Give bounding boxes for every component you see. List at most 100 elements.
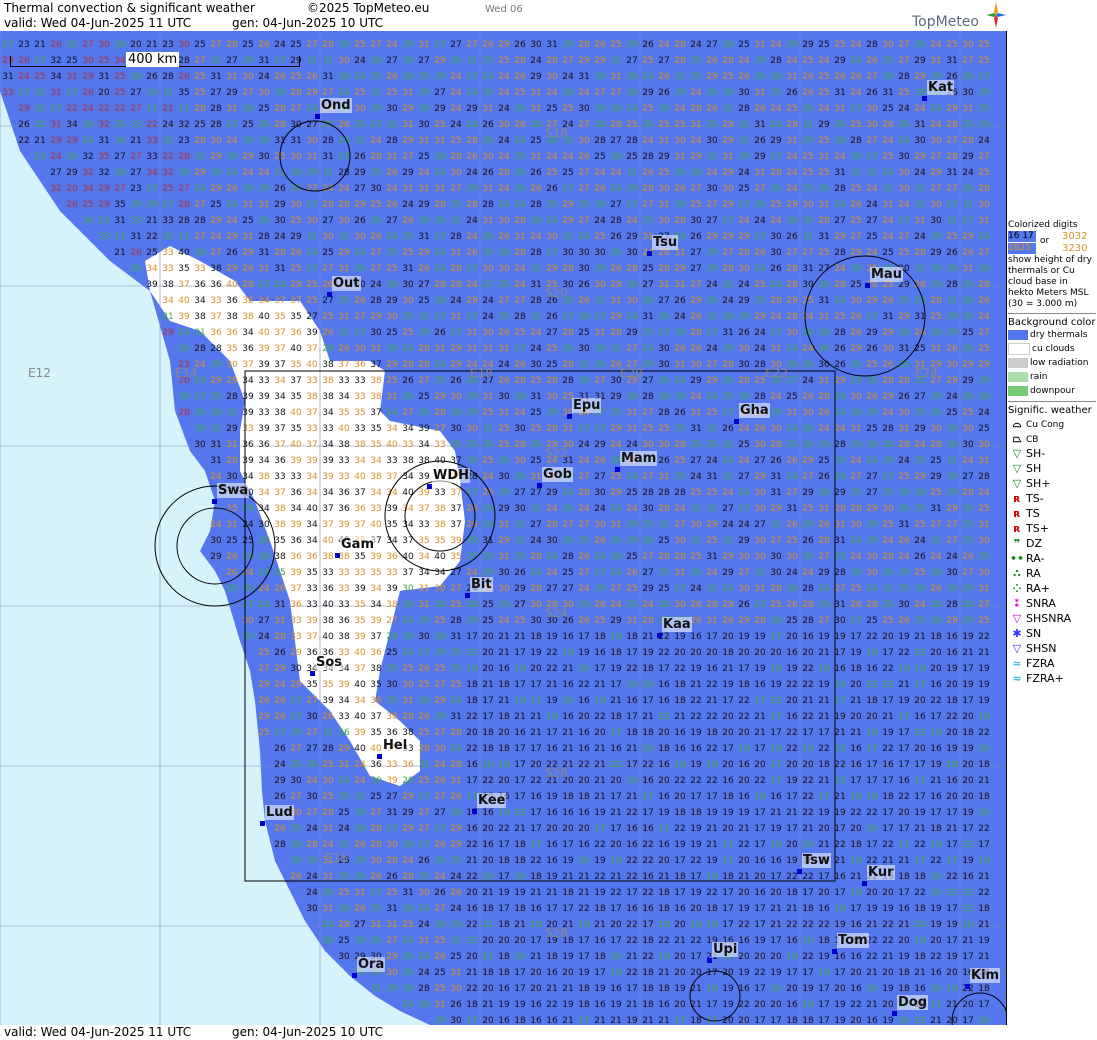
place-label[interactable]: Epu: [572, 398, 602, 413]
height-digit: 18: [818, 760, 830, 770]
map-area[interactable]: 27 23 21 26 32 27 30 28 20 21 23 30 25 27 28 25 26 24 25 27…: [0, 31, 1007, 1025]
thermal-map[interactable]: 27 23 21 26 32 27 30 28 20 21 23 30 25 27 28 25 26 24 25 27…: [0, 31, 1006, 1025]
height-digit: 30: [866, 104, 878, 114]
height-digit: 17: [770, 776, 781, 786]
height-digit: 38: [322, 376, 334, 386]
place-label[interactable]: Out: [332, 276, 361, 291]
height-digit: 19: [690, 728, 702, 738]
height-digit: 28: [514, 216, 526, 226]
place-label[interactable]: Mau: [870, 267, 903, 282]
place-label[interactable]: Gam: [340, 537, 375, 552]
height-digit: 26: [290, 248, 302, 258]
place-label[interactable]: Dog: [897, 995, 929, 1010]
height-digit: 25: [914, 520, 925, 530]
place-label[interactable]: Hel: [382, 738, 409, 753]
height-digit: 20: [722, 728, 734, 738]
height-digit: 30: [850, 392, 862, 402]
height-digit: 31: [834, 536, 845, 546]
place-label[interactable]: Sos: [315, 655, 344, 670]
place-label[interactable]: WDH: [432, 468, 471, 483]
height-digit: 24: [866, 200, 878, 210]
height-digit: 31: [338, 760, 349, 770]
height-digit: 25: [802, 152, 813, 162]
height-digit: 30: [370, 856, 382, 866]
height-digit: 30: [962, 40, 974, 50]
height-digit: 28: [850, 504, 862, 514]
height-digit: 20: [850, 968, 862, 978]
height-digit: 24: [978, 312, 990, 322]
height-digit: 20: [754, 648, 766, 658]
height-digit: 29: [866, 504, 878, 514]
height-digit: 28: [738, 376, 750, 386]
height-digit: 18: [626, 632, 638, 642]
place-label[interactable]: Kee: [477, 793, 507, 808]
height-digit: 31: [834, 88, 845, 98]
height-digit: 20: [786, 696, 798, 706]
height-digit: 21: [866, 968, 877, 978]
height-digit: 31: [786, 408, 797, 418]
place-label[interactable]: Tsu: [652, 235, 679, 250]
place-label[interactable]: Mam: [620, 451, 658, 466]
day-tab[interactable]: Wed 06: [485, 3, 523, 17]
place-label[interactable]: Lud: [265, 805, 294, 820]
place-label[interactable]: Upi: [712, 942, 739, 957]
place-label[interactable]: Tsw: [802, 853, 831, 868]
place-label[interactable]: Kaa: [662, 617, 692, 632]
height-digit: 19: [610, 856, 622, 866]
place-marker: [335, 553, 340, 558]
place-label[interactable]: Gha: [739, 403, 770, 418]
place-label[interactable]: Tom: [837, 933, 869, 948]
place-label[interactable]: Gob: [542, 467, 573, 482]
height-digit: 27: [290, 744, 301, 754]
height-digit: 20: [578, 712, 590, 722]
height-digit: 25: [914, 408, 925, 418]
height-digit: 26: [386, 168, 398, 178]
height-digit: 29: [258, 184, 270, 194]
height-digit: 27: [722, 408, 733, 418]
height-digit: 26: [594, 456, 606, 466]
height-digit: 25: [642, 424, 653, 434]
place-label[interactable]: Bit: [470, 577, 493, 592]
height-digit: 29: [450, 840, 462, 850]
height-digit: 29: [722, 168, 734, 178]
legend-sig-item: ▽ SHSN: [1008, 641, 1096, 656]
height-digit: 20: [642, 744, 654, 754]
height-digit: 21: [146, 216, 157, 226]
height-digit: 25: [450, 440, 461, 450]
height-digit: 24: [274, 40, 286, 50]
height-digit: 19: [946, 664, 958, 674]
place-label[interactable]: Kim: [970, 968, 1001, 983]
place-marker: [315, 114, 320, 119]
place-label[interactable]: Ora: [357, 957, 386, 972]
height-digit: 24: [306, 888, 318, 898]
height-digit: 29: [802, 488, 814, 498]
height-digit: 28: [194, 136, 206, 146]
height-digit: 19: [674, 984, 686, 994]
height-digit: 31: [914, 312, 925, 322]
height-digit: 35: [98, 152, 109, 162]
height-digit: 31: [610, 344, 621, 354]
height-digit: 19: [882, 728, 894, 738]
legend-digit-samples: 16 17 2825 or 3032 3230: [1008, 231, 1096, 255]
height-digit: 24: [674, 312, 686, 322]
height-digit: 39: [322, 472, 334, 482]
height-digit: 25: [402, 664, 413, 674]
height-digit: 30: [882, 344, 894, 354]
height-digit: 31: [946, 56, 957, 66]
height-digit: 27: [610, 584, 621, 594]
height-digit: 27: [658, 56, 669, 66]
height-digit: 21: [594, 920, 605, 930]
height-digit: 19: [930, 728, 942, 738]
place-label[interactable]: Swa: [217, 483, 250, 498]
place-label[interactable]: Ond: [320, 98, 352, 113]
height-digit: 24: [418, 968, 430, 978]
height-digit: 28: [338, 904, 350, 914]
height-digit: 28: [770, 616, 782, 626]
place-label[interactable]: Kur: [867, 865, 895, 880]
place-label[interactable]: Kat: [927, 80, 955, 95]
height-digit: 24: [770, 40, 782, 50]
legend-bg-label: downpour: [1030, 386, 1075, 396]
height-digit: 28: [450, 616, 462, 626]
height-digit: 34: [370, 456, 382, 466]
height-digit: 16: [930, 680, 942, 690]
